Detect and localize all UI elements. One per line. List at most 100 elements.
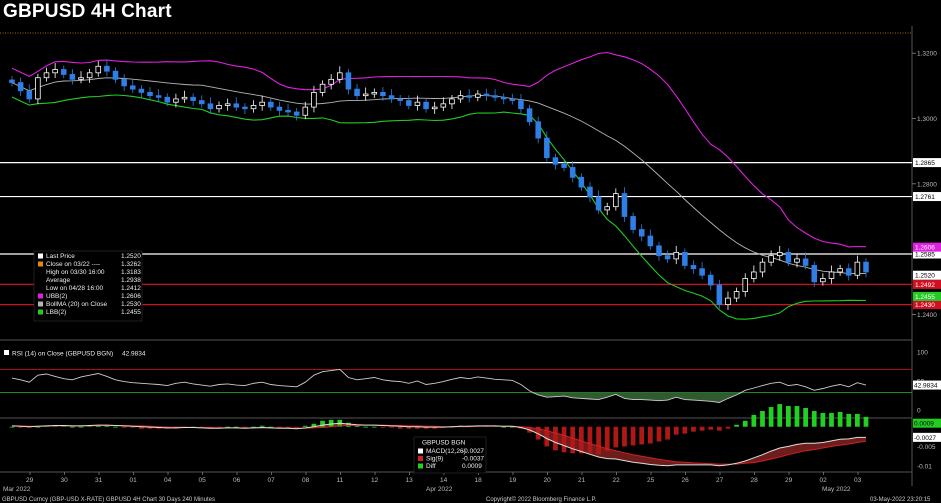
candle-body: [423, 101, 429, 110]
macd-legend-value: -0.0037: [462, 456, 484, 463]
candle-body: [449, 98, 455, 105]
x-tick-label: 30: [61, 477, 69, 484]
candle: [725, 291, 731, 310]
x-month-label: Apr 2022: [426, 486, 453, 493]
macd-diff-bar: [785, 406, 791, 427]
candle-body: [828, 271, 835, 279]
candle: [845, 263, 852, 281]
x-tick-label: 08: [302, 477, 310, 484]
candle-body: [311, 92, 317, 108]
candle-body: [820, 278, 826, 283]
x-tick-label: 31: [95, 477, 103, 484]
candle: [500, 93, 507, 105]
legend-label: UBB(2): [46, 293, 67, 300]
x-tick-label: 28: [751, 477, 759, 484]
candle-body: [345, 72, 352, 90]
candle: [552, 153, 559, 170]
candle: [535, 116, 541, 144]
macd-legend-label: Diff: [426, 463, 436, 470]
rsi-legend: RSI (14) on Close (GBPUSD BGN) 42.9834: [4, 350, 146, 358]
candle: [492, 89, 498, 102]
candle-body: [86, 72, 93, 79]
candle: [621, 187, 628, 222]
candle-body: [845, 268, 852, 276]
candle: [682, 248, 688, 270]
x-tick-label: 26: [682, 477, 690, 484]
x-month-label: May 2022: [822, 486, 851, 493]
candle: [457, 90, 464, 103]
x-tick-label: 06: [233, 477, 241, 484]
candle: [181, 90, 188, 103]
candle: [776, 245, 783, 261]
candle: [699, 262, 705, 280]
candle-body: [751, 271, 757, 279]
candle-body: [742, 278, 749, 292]
candle-body: [673, 251, 679, 260]
macd-diff-bar: [846, 413, 852, 427]
candle: [673, 245, 679, 265]
candle-body: [406, 100, 412, 106]
candle: [138, 85, 145, 98]
candle-body: [854, 261, 861, 276]
x-tick-label: 03: [854, 477, 862, 484]
candle: [224, 98, 231, 111]
macd-diff-bar: [855, 413, 860, 427]
legend-label: Close on 03/22 ----: [46, 261, 100, 268]
legend-label: High on 03/30 16:00: [46, 269, 105, 276]
macd-diff-bar: [371, 426, 377, 428]
candle-body: [483, 93, 490, 97]
candle-body: [337, 72, 343, 80]
macd-diff-bar: [389, 426, 394, 428]
candle-body: [95, 65, 102, 74]
macd-legend-value: -0.0027: [462, 448, 484, 455]
candle: [52, 63, 58, 79]
macd-diff-bar: [553, 426, 558, 451]
candle: [587, 181, 593, 203]
level-tag-label: 1.2430: [915, 302, 935, 309]
macd-diff-bar: [302, 425, 308, 427]
candle: [656, 241, 662, 261]
candle: [613, 188, 619, 211]
x-tick-label: 12: [371, 477, 379, 484]
x-tick-label: 19: [509, 477, 517, 484]
candle: [250, 100, 257, 113]
legend-swatch: [38, 261, 43, 267]
candle-body: [768, 255, 774, 263]
macd-diff-bar: [397, 426, 403, 429]
candle-body: [259, 101, 265, 106]
x-tick-label: 14: [440, 477, 448, 484]
candle-body: [129, 85, 136, 90]
candle-body: [60, 69, 67, 75]
candle: [664, 250, 671, 263]
candle-body: [121, 78, 127, 87]
x-tick-label: 18: [475, 477, 483, 484]
candle: [431, 101, 438, 114]
candle: [276, 101, 283, 116]
candle-body: [9, 79, 15, 84]
candle: [630, 212, 636, 234]
candle: [509, 93, 516, 105]
legend-swatch: [38, 293, 43, 299]
level-tag-label: 1.2761: [915, 194, 935, 201]
candle-body: [104, 65, 110, 72]
footer-left: GBPUSD Curncy (GBP-USD X-RATE) GBPUSD 4H…: [2, 497, 215, 503]
candle-body: [233, 103, 240, 108]
x-tick-label: 04: [164, 477, 172, 484]
legend-value: 1.3183: [121, 269, 141, 276]
macd-diff-bar: [544, 426, 550, 447]
macd-diff-bar: [760, 410, 765, 427]
price-tag-label: 1.2455: [915, 294, 935, 301]
candle-body: [613, 193, 619, 208]
rsi-header: RSI (14) on Close (GBPUSD BGN): [12, 351, 113, 358]
legend-value: 1.3262: [121, 261, 141, 268]
candle: [578, 173, 585, 191]
candle-body: [285, 109, 291, 113]
candle: [207, 97, 214, 114]
candle-body: [78, 77, 84, 80]
candle-body: [17, 82, 24, 92]
y-tick-label: 1.3000: [917, 116, 937, 123]
candle-body: [414, 101, 421, 106]
macd-diff-bar: [682, 426, 688, 434]
macd-diff-bar: [863, 416, 869, 427]
candle: [78, 71, 84, 84]
